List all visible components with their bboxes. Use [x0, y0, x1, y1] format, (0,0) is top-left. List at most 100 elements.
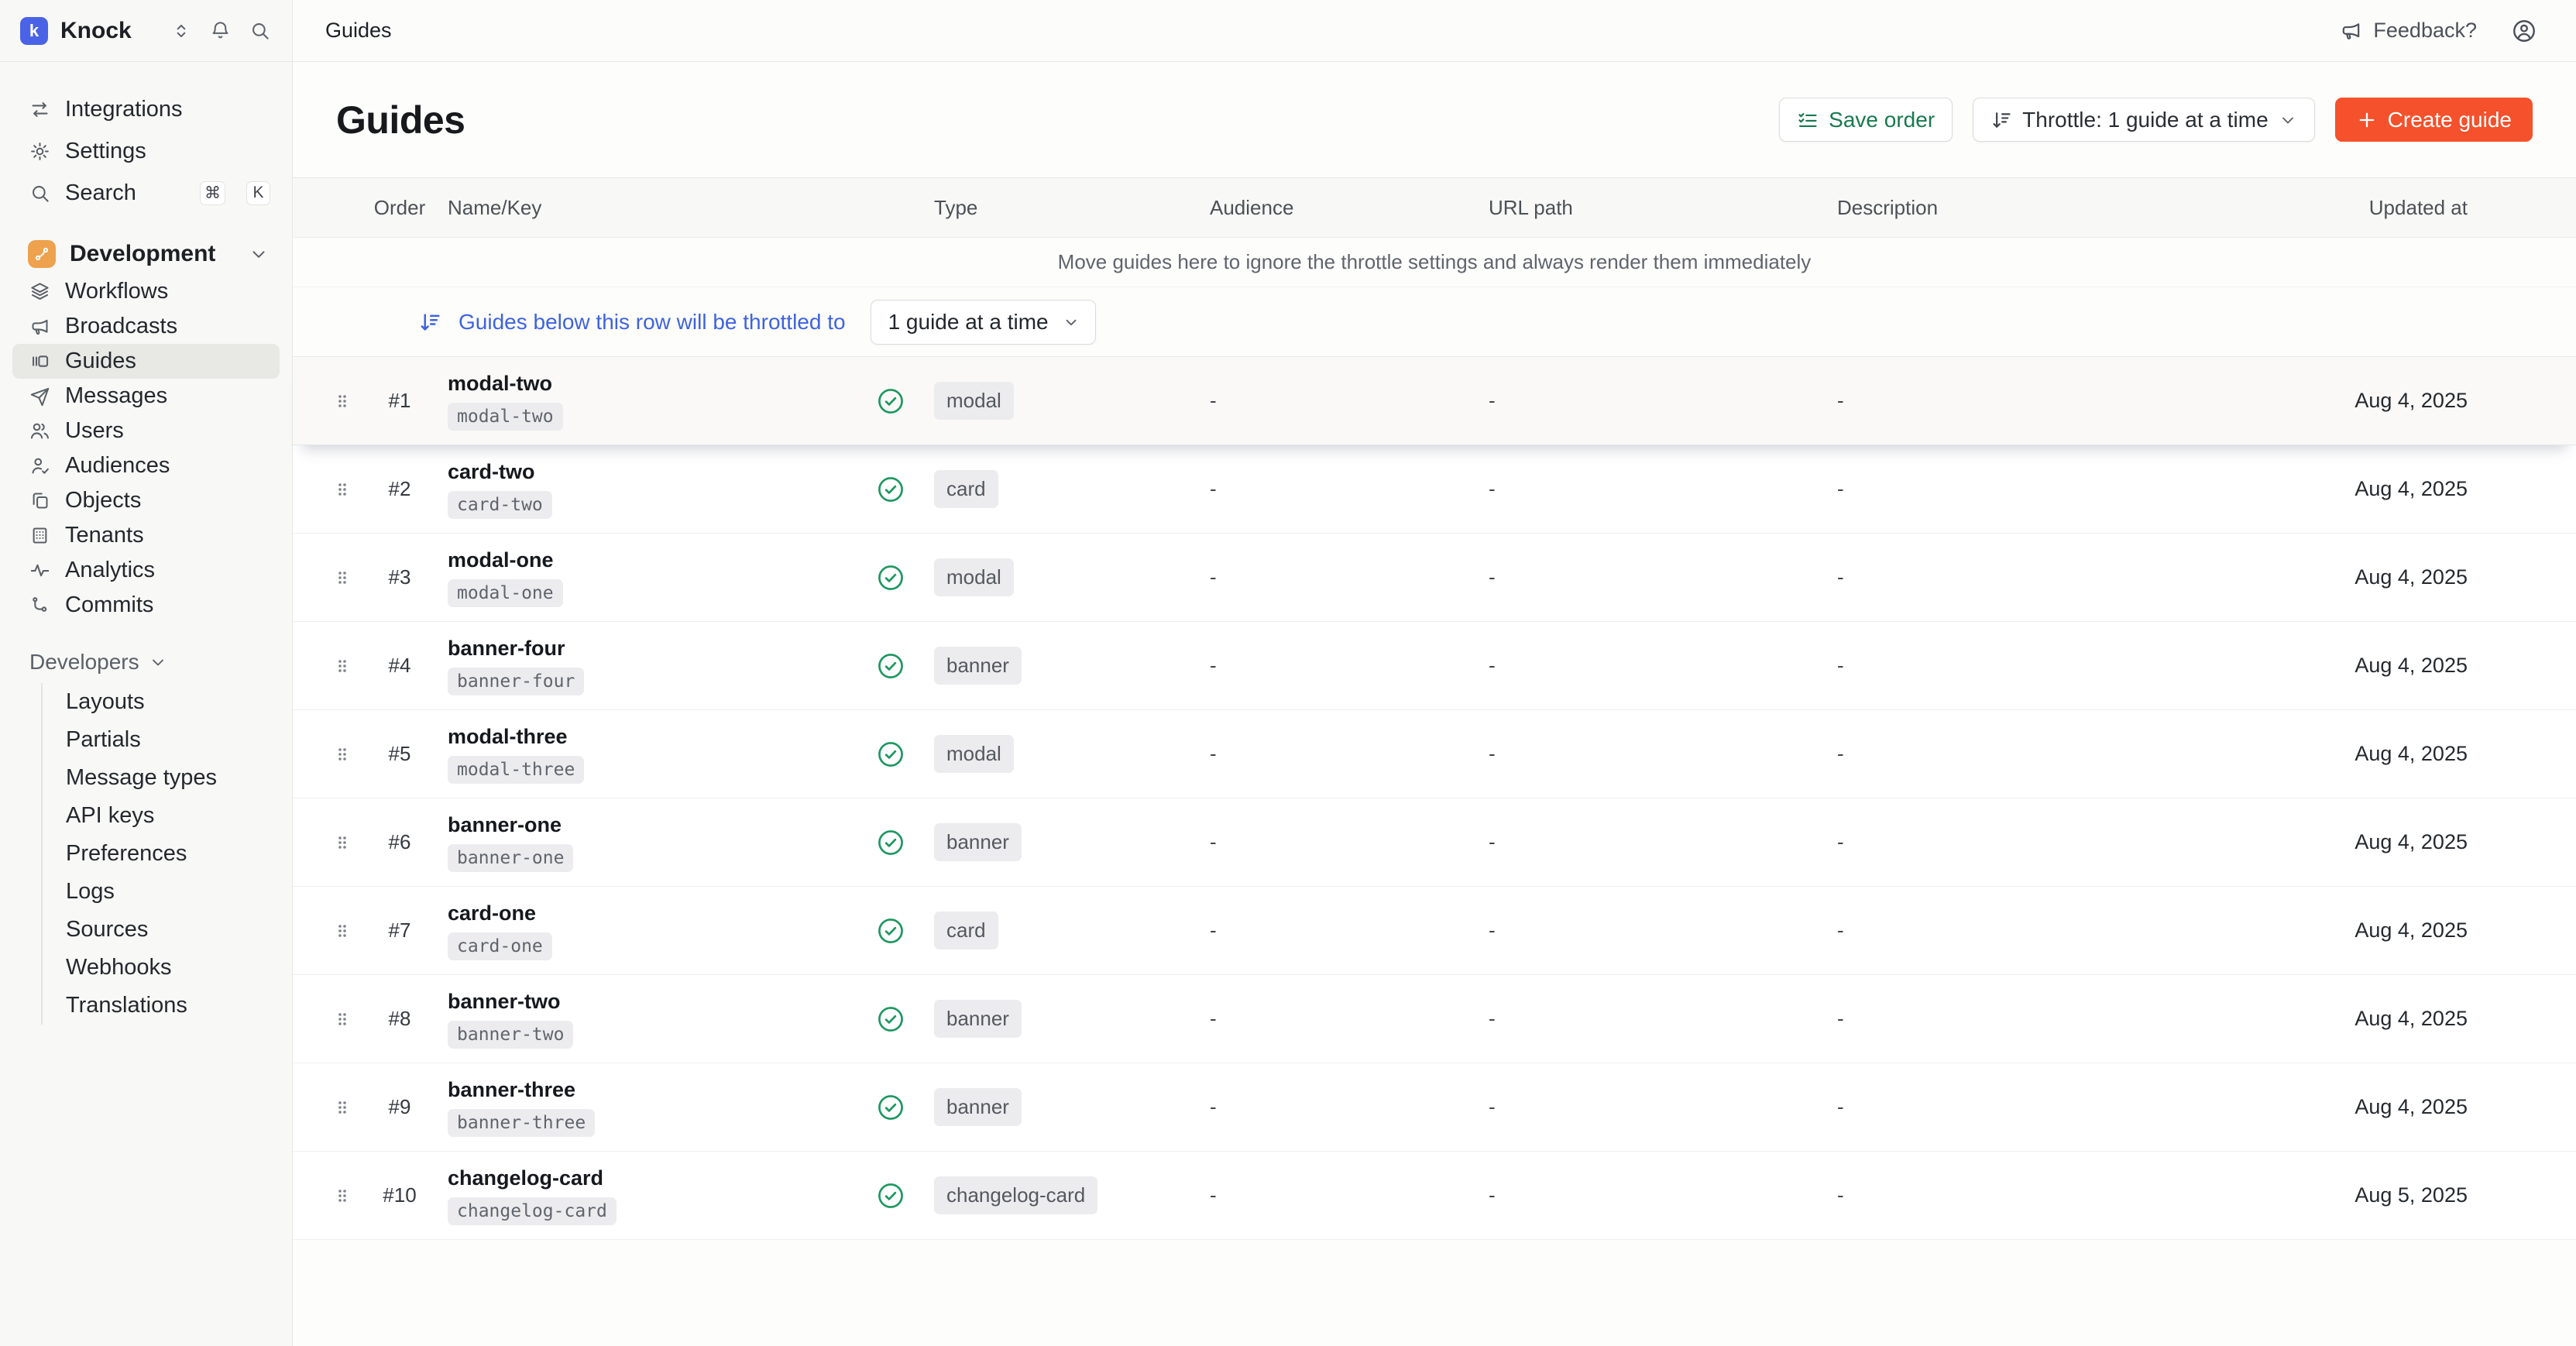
developers-sub-item[interactable]: API keys: [43, 797, 280, 835]
guide-url-path: -: [1461, 742, 1809, 766]
create-guide-label: Create guide: [2388, 108, 2512, 132]
environment-switcher[interactable]: Development: [12, 234, 280, 274]
sidebar-item-label: Search: [65, 180, 185, 206]
table-row[interactable]: #6 banner-one banner-one banner - - - Au…: [293, 798, 2576, 887]
guide-updated-at: Aug 4, 2025: [2336, 742, 2576, 766]
feedback-label: Feedback?: [2373, 19, 2477, 43]
guide-order: #3: [370, 565, 429, 589]
table-row[interactable]: #3 modal-one modal-one modal - - - Aug 4…: [293, 534, 2576, 622]
guide-type-badge: changelog-card: [934, 1176, 1097, 1214]
table-row[interactable]: #9 banner-three banner-three banner - - …: [293, 1063, 2576, 1152]
table-row[interactable]: #10 changelog-card changelog-card change…: [293, 1152, 2576, 1240]
drag-handle-icon[interactable]: [333, 1008, 352, 1031]
copy-icon: [29, 490, 50, 511]
sidebar-item-objects[interactable]: Objects: [12, 483, 280, 518]
guide-description: -: [1809, 654, 2336, 678]
topbar: Guides Feedback?: [293, 0, 2576, 62]
unthrottled-hint-text: Move guides here to ignore the throttle …: [1058, 250, 1812, 274]
chevron-down-icon: [1063, 314, 1080, 331]
sidebar-item-users[interactable]: Users: [12, 414, 280, 448]
table-row[interactable]: #1 modal-two modal-two modal - - - Aug 4…: [293, 357, 2576, 445]
guide-order: #8: [370, 1007, 429, 1031]
developers-sub-item[interactable]: Sources: [43, 911, 280, 949]
guide-updated-at: Aug 5, 2025: [2336, 1183, 2576, 1207]
guide-order: #7: [370, 919, 429, 943]
sidebar-item-commits[interactable]: Commits: [12, 588, 280, 623]
sidebar-item-guides[interactable]: Guides: [12, 344, 280, 379]
commit-icon: [29, 595, 50, 616]
sidebar-item-label: Integrations: [65, 97, 270, 122]
create-guide-button[interactable]: Create guide: [2335, 98, 2533, 142]
guide-name: modal-two: [448, 372, 552, 396]
guide-name: banner-three: [448, 1078, 575, 1102]
throttle-setting-button[interactable]: Throttle: 1 guide at a time: [1973, 98, 2315, 142]
search-icon[interactable]: [249, 20, 270, 41]
bell-icon[interactable]: [210, 20, 231, 41]
guide-updated-at: Aug 4, 2025: [2336, 654, 2576, 678]
sidebar-item-analytics[interactable]: Analytics: [12, 553, 280, 588]
table-row[interactable]: #7 card-one card-one card - - - Aug 4, 2…: [293, 887, 2576, 975]
guide-type-badge: banner: [934, 1000, 1022, 1038]
guide-order: #5: [370, 742, 429, 766]
table-row[interactable]: #5 modal-three modal-three modal - - - A…: [293, 710, 2576, 798]
table-row[interactable]: #4 banner-four banner-four banner - - - …: [293, 622, 2576, 710]
sidebar-item-search[interactable]: Search ⌘ K: [12, 172, 280, 214]
workspace-name: Knock: [60, 18, 171, 44]
guide-order: #6: [370, 830, 429, 854]
guide-type-badge: modal: [934, 735, 1014, 773]
developers-sub-item[interactable]: Partials: [43, 721, 280, 759]
sidebar-item-tenants[interactable]: Tenants: [12, 518, 280, 553]
guide-name: banner-two: [448, 990, 561, 1014]
status-active-icon: [876, 475, 905, 504]
save-order-button[interactable]: Save order: [1779, 98, 1953, 142]
sidebar-item-messages[interactable]: Messages: [12, 379, 280, 414]
drag-handle-icon[interactable]: [333, 654, 352, 678]
guide-audience: -: [1182, 389, 1461, 413]
developers-sub-item[interactable]: Layouts: [43, 683, 280, 721]
feedback-button[interactable]: Feedback?: [2340, 19, 2477, 43]
guide-key-badge: card-one: [448, 932, 552, 960]
user-avatar-button[interactable]: [2511, 18, 2537, 44]
guide-description: -: [1809, 477, 2336, 501]
table-row[interactable]: #2 card-two card-two card - - - Aug 4, 2…: [293, 445, 2576, 534]
sidebar-item-audiences[interactable]: Audiences: [12, 448, 280, 483]
sort-descending-icon: [418, 311, 441, 334]
sidebar-item-broadcasts[interactable]: Broadcasts: [12, 309, 280, 344]
guide-url-path: -: [1461, 389, 1809, 413]
developers-sub-item[interactable]: Translations: [43, 987, 280, 1025]
workspace-switcher[interactable]: k Knock: [0, 0, 292, 62]
guide-type-badge: card: [934, 470, 998, 508]
sidebar-item-settings[interactable]: Settings: [12, 130, 280, 172]
drag-handle-icon[interactable]: [333, 566, 352, 589]
guide-updated-at: Aug 4, 2025: [2336, 389, 2576, 413]
throttle-amount-value: 1 guide at a time: [888, 310, 1049, 335]
drag-handle-icon[interactable]: [333, 919, 352, 943]
guide-name: card-two: [448, 460, 535, 484]
drag-handle-icon[interactable]: [333, 1184, 352, 1207]
sidebar-item-workflows[interactable]: Workflows: [12, 274, 280, 309]
chevrons-up-down-icon[interactable]: [171, 21, 191, 41]
guides-table-body: #1 modal-two modal-two modal - - - Aug 4…: [293, 357, 2576, 1240]
developers-sub-item[interactable]: Preferences: [43, 835, 280, 873]
guide-order: #1: [370, 389, 429, 413]
throttle-amount-select[interactable]: 1 guide at a time: [871, 300, 1096, 345]
sidebar-item-integrations[interactable]: Integrations: [12, 88, 280, 130]
drag-handle-icon[interactable]: [333, 743, 352, 766]
developers-sub-item[interactable]: Webhooks: [43, 949, 280, 987]
guide-url-path: -: [1461, 565, 1809, 589]
megaphone-icon: [29, 316, 50, 337]
drag-handle-icon[interactable]: [333, 390, 352, 413]
building-icon: [29, 525, 50, 546]
drag-handle-icon[interactable]: [333, 1096, 352, 1119]
developers-sub-item[interactable]: Logs: [43, 873, 280, 911]
column-header-url-path: URL path: [1461, 196, 1809, 220]
status-active-icon: [876, 1181, 905, 1210]
guide-audience: -: [1182, 830, 1461, 854]
main-area: Guides Feedback? Guides Save order Throt…: [293, 0, 2576, 1346]
unthrottled-drop-zone[interactable]: Move guides here to ignore the throttle …: [293, 238, 2576, 287]
developers-sub-item[interactable]: Message types: [43, 759, 280, 797]
developers-section-toggle[interactable]: Developers: [12, 644, 280, 680]
drag-handle-icon[interactable]: [333, 831, 352, 854]
drag-handle-icon[interactable]: [333, 478, 352, 501]
table-row[interactable]: #8 banner-two banner-two banner - - - Au…: [293, 975, 2576, 1063]
